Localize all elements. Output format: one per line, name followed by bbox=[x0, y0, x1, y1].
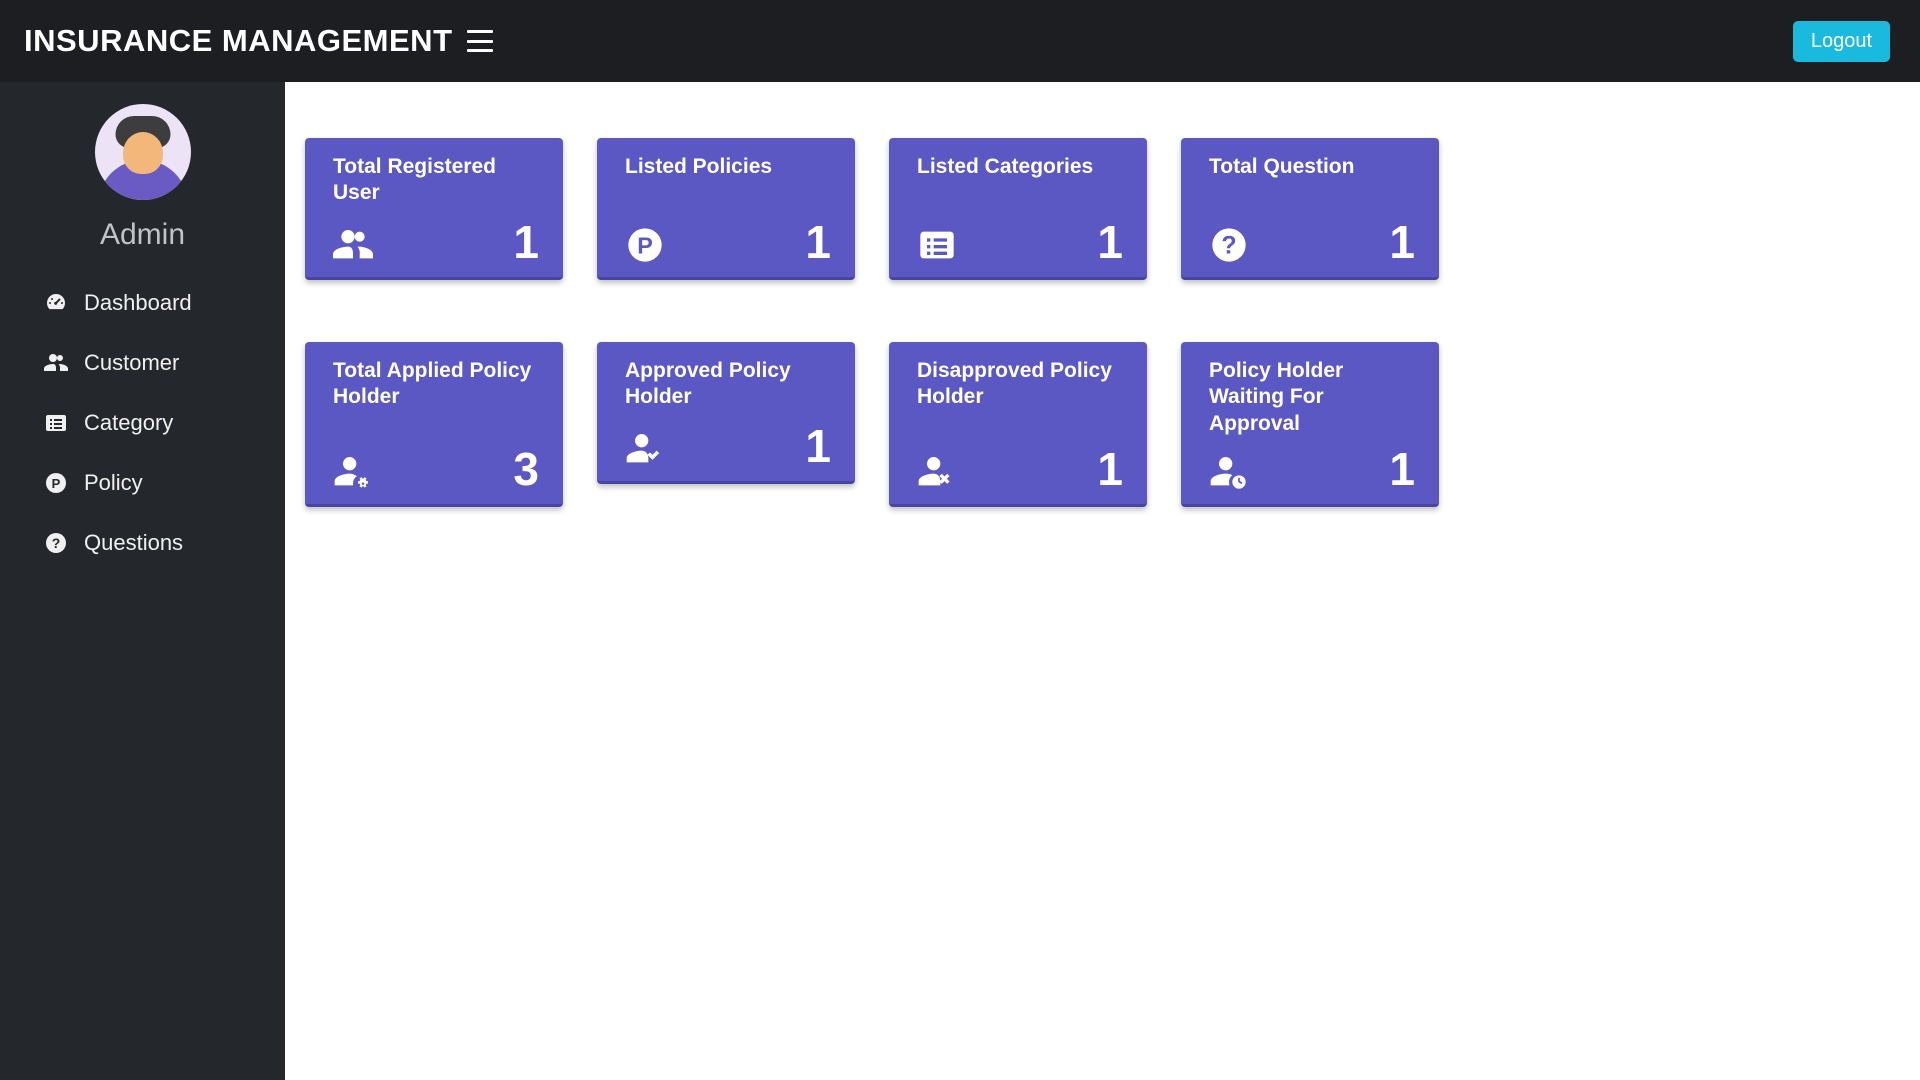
user-x-icon bbox=[917, 452, 957, 492]
svg-text:P: P bbox=[52, 476, 61, 491]
sidebar-item-label: Dashboard bbox=[84, 290, 192, 316]
question-icon: ? bbox=[44, 531, 68, 555]
card-value: 3 bbox=[513, 446, 539, 492]
sidebar: Admin Dashboard Customer Category bbox=[0, 82, 285, 1080]
user-check-icon bbox=[625, 429, 665, 469]
card-total-question[interactable]: Total Question ? 1 bbox=[1181, 138, 1439, 280]
user-gear-icon bbox=[333, 452, 373, 492]
brand: INSURANCE MANAGEMENT bbox=[24, 23, 493, 59]
users-icon bbox=[44, 351, 68, 375]
card-title: Approved Policy Holder bbox=[625, 358, 831, 411]
list-icon bbox=[44, 411, 68, 435]
card-listed-categories[interactable]: Listed Categories 1 bbox=[889, 138, 1147, 280]
card-value: 1 bbox=[1097, 446, 1123, 492]
menu-toggle-icon[interactable] bbox=[467, 30, 493, 52]
card-value: 1 bbox=[805, 423, 831, 469]
topbar: INSURANCE MANAGEMENT Logout bbox=[0, 0, 1920, 82]
main-content: Total Registered User 1 Listed Policies … bbox=[285, 82, 1920, 1080]
sidebar-item-label: Policy bbox=[84, 470, 143, 496]
sidebar-item-dashboard[interactable]: Dashboard bbox=[44, 290, 285, 316]
question-icon: ? bbox=[1209, 225, 1249, 265]
sidebar-item-label: Customer bbox=[84, 350, 179, 376]
svg-text:?: ? bbox=[1221, 231, 1236, 259]
sidebar-item-label: Questions bbox=[84, 530, 183, 556]
card-title: Total Registered User bbox=[333, 154, 539, 207]
card-title: Disapproved Policy Holder bbox=[917, 358, 1123, 411]
cards-row-1: Total Registered User 1 Listed Policies … bbox=[305, 138, 1868, 280]
users-icon bbox=[333, 225, 373, 265]
sidebar-item-category[interactable]: Category bbox=[44, 410, 285, 436]
card-value: 1 bbox=[1389, 446, 1415, 492]
sidebar-nav: Dashboard Customer Category P Poli bbox=[0, 290, 285, 556]
svg-text:?: ? bbox=[52, 535, 61, 551]
card-value: 1 bbox=[513, 219, 539, 265]
card-listed-policies[interactable]: Listed Policies P 1 bbox=[597, 138, 855, 280]
sidebar-item-customer[interactable]: Customer bbox=[44, 350, 285, 376]
avatar bbox=[95, 104, 191, 200]
card-disapproved-policy-holder[interactable]: Disapproved Policy Holder 1 bbox=[889, 342, 1147, 507]
logout-button[interactable]: Logout bbox=[1793, 21, 1890, 62]
sidebar-item-label: Category bbox=[84, 410, 173, 436]
cards-row-2: Total Applied Policy Holder 3 Approved P… bbox=[305, 342, 1868, 507]
sidebar-item-policy[interactable]: P Policy bbox=[44, 470, 285, 496]
card-title: Policy Holder Waiting For Approval bbox=[1209, 358, 1415, 437]
policy-p-icon: P bbox=[44, 471, 68, 495]
card-total-registered-user[interactable]: Total Registered User 1 bbox=[305, 138, 563, 280]
card-value: 1 bbox=[805, 219, 831, 265]
card-title: Total Question bbox=[1209, 154, 1415, 180]
svg-text:P: P bbox=[637, 232, 653, 258]
card-value: 1 bbox=[1389, 219, 1415, 265]
sidebar-item-questions[interactable]: ? Questions bbox=[44, 530, 285, 556]
user-role-label: Admin bbox=[100, 218, 185, 252]
card-title: Total Applied Policy Holder bbox=[333, 358, 539, 411]
card-title: Listed Categories bbox=[917, 154, 1123, 180]
user-clock-icon bbox=[1209, 452, 1249, 492]
dashboard-icon bbox=[44, 291, 68, 315]
card-total-applied-policy-holder[interactable]: Total Applied Policy Holder 3 bbox=[305, 342, 563, 507]
card-approved-policy-holder[interactable]: Approved Policy Holder 1 bbox=[597, 342, 855, 484]
card-value: 1 bbox=[1097, 219, 1123, 265]
card-title: Listed Policies bbox=[625, 154, 831, 180]
list-icon bbox=[917, 225, 957, 265]
app-title: INSURANCE MANAGEMENT bbox=[24, 23, 453, 59]
card-policy-holder-waiting[interactable]: Policy Holder Waiting For Approval 1 bbox=[1181, 342, 1439, 507]
policy-p-icon: P bbox=[625, 225, 665, 265]
